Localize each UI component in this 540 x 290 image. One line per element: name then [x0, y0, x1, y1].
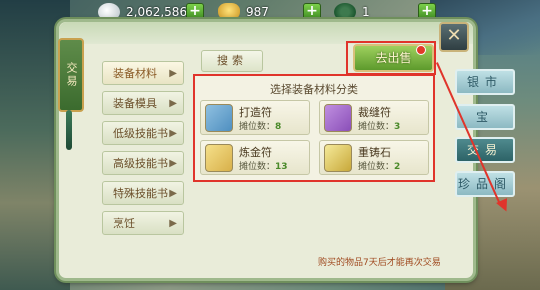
material-name: 炼金符: [239, 146, 272, 159]
stall-count: 摊位数：2: [358, 162, 401, 172]
jade-value: 1: [362, 5, 370, 19]
category-low-skill-book[interactable]: 低级技能书 ▶: [102, 121, 184, 145]
material-card-forge[interactable]: 打造符 摊位数：8: [200, 100, 310, 135]
material-name: 打造符: [239, 106, 272, 119]
material-card-alchemy[interactable]: 炼金符 摊位数：13: [200, 140, 310, 175]
category-cooking[interactable]: 烹饪 ▶: [102, 211, 184, 235]
close-button[interactable]: ✕: [439, 22, 469, 52]
material-name: 重铸石: [358, 146, 391, 159]
chevron-right-icon: ▶: [169, 67, 177, 79]
silver-value: 2,062,586: [126, 5, 188, 19]
stall-count: 摊位数：8: [239, 122, 282, 132]
chevron-right-icon: ▶: [169, 187, 177, 199]
chevron-right-icon: ▶: [169, 157, 177, 169]
chevron-right-icon: ▶: [169, 127, 177, 139]
menu-silver-market[interactable]: 银市: [455, 69, 515, 95]
category-label: 烹饪: [113, 217, 135, 230]
category-equipment-mold[interactable]: 装备模具 ▶: [102, 91, 184, 115]
category-label: 装备模具: [113, 97, 157, 110]
category-label: 高级技能书: [113, 157, 168, 170]
material-name: 裁缝符: [358, 106, 391, 119]
stall-count: 摊位数：3: [358, 122, 401, 132]
tassel-decoration: [66, 110, 72, 150]
material-card-recast[interactable]: 重铸石 摊位数：2: [319, 140, 429, 175]
category-special-skill-book[interactable]: 特殊技能书 ▶: [102, 181, 184, 205]
menu-trade[interactable]: 交易: [455, 137, 515, 163]
category-label: 特殊技能书: [113, 187, 168, 200]
alchemy-talisman-icon: [205, 144, 233, 172]
forge-talisman-icon: [205, 104, 233, 132]
highlight-box-sell: [346, 41, 436, 75]
material-category-panel: 选择装备材料分类 打造符 摊位数：8 裁缝符 摊位数：3 炼金符 摊位数：13 …: [193, 74, 435, 182]
category-high-skill-book[interactable]: 高级技能书 ▶: [102, 151, 184, 175]
search-button[interactable]: 搜索: [201, 50, 263, 72]
chevron-right-icon: ▶: [169, 217, 177, 229]
chevron-right-icon: ▶: [169, 97, 177, 109]
tailor-talisman-icon: [324, 104, 352, 132]
category-label: 装备材料: [113, 67, 157, 80]
category-label: 低级技能书: [113, 127, 168, 140]
trade-banner: 交易: [58, 38, 84, 112]
stall-count: 摊位数：13: [239, 162, 288, 172]
material-section-title: 选择装备材料分类: [270, 83, 358, 96]
gold-value: 987: [246, 5, 269, 19]
recast-stone-icon: [324, 144, 352, 172]
trade-cooldown-note: 购买的物品7天后才能再次交易: [318, 258, 441, 268]
material-card-tailor[interactable]: 裁缝符 摊位数：3: [319, 100, 429, 135]
category-equipment-material[interactable]: 装备材料 ▶: [102, 61, 184, 85]
